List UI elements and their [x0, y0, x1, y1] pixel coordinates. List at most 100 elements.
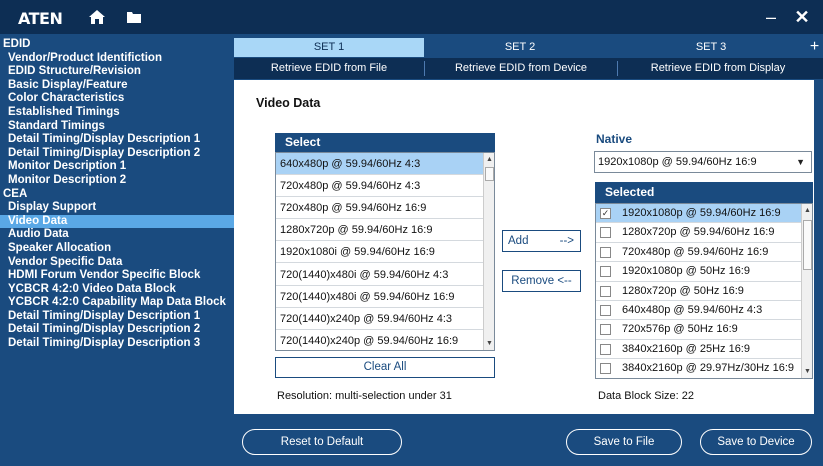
sidebar-item[interactable]: Vendor Specific Data [0, 256, 234, 270]
minimize-button[interactable]: – [761, 6, 781, 28]
sidebar-item[interactable]: Detail Timing/Display Description 2 [0, 147, 234, 161]
sidebar-item[interactable]: Audio Data [0, 228, 234, 242]
select-list[interactable]: 2880x480i @ 59.94/60Hz 4:3720(1440)x240p… [275, 152, 495, 351]
checkbox[interactable] [600, 246, 611, 258]
list-item-label: 720x480p @ 59.94/60Hz 16:9 [622, 245, 769, 258]
scroll-up-arrow-icon[interactable]: ▲ [484, 154, 494, 165]
chevron-down-icon: ▼ [796, 157, 805, 167]
sidebar-nav: EDID Vendor/Product Identifiction EDID Str… [0, 38, 234, 414]
sidebar-item[interactable]: Detail Timing/Display Description 1 [0, 133, 234, 147]
sidebar-item[interactable]: EDID [0, 38, 234, 52]
sidebar-item[interactable]: YCBCR 4:2:0 Capability Map Data Block [0, 296, 234, 310]
remove-button[interactable]: Remove <-- [502, 270, 581, 292]
set-tabs: SET 1 SET 2 SET 3 + [234, 38, 823, 57]
list-item-label: 3840x2160p @ 25Hz 16:9 [622, 342, 750, 355]
retrieve-from-display-button[interactable]: Retrieve EDID from Display [618, 58, 818, 79]
scroll-up-arrow-icon[interactable]: ▲ [802, 205, 812, 216]
list-item-label: 1280x720p @ 50Hz 16:9 [622, 284, 744, 297]
close-button[interactable]: ✕ [792, 6, 812, 28]
checkbox[interactable] [600, 343, 611, 355]
checkbox[interactable] [600, 285, 611, 297]
sidebar-item[interactable]: Basic Display/Feature [0, 79, 234, 93]
tab-set-3[interactable]: SET 3 [616, 38, 806, 57]
save-to-file-button[interactable]: Save to File [566, 429, 682, 455]
add-button[interactable]: Add --> [502, 230, 581, 252]
sidebar-item[interactable]: Speaker Allocation [0, 242, 234, 256]
save-to-device-button[interactable]: Save to Device [700, 429, 812, 455]
select-list-scrollbar[interactable]: ▲ ▼ [483, 153, 494, 350]
list-item[interactable]: 3840x2160p @ 25Hz 16:9 [596, 340, 801, 360]
native-select-value: 1920x1080p @ 59.94/60Hz 16:9 [598, 156, 757, 168]
sidebar-item[interactable]: Detail Timing/Display Description 2 [0, 323, 234, 337]
sidebar-item[interactable]: Detail Timing/Display Description 3 [0, 337, 234, 351]
selected-list[interactable]: 3840x2160p @ 29.97Hz/30Hz 16:9 3840x2160p… [595, 203, 813, 379]
sidebar-item[interactable]: Monitor Description 2 [0, 174, 234, 188]
checkbox[interactable] [600, 363, 611, 375]
list-item-label: 720x576p @ 50Hz 16:9 [622, 323, 738, 336]
add-set-button[interactable]: + [806, 38, 823, 57]
checkbox[interactable] [600, 227, 611, 239]
list-item[interactable]: 720x480p @ 59.94/60Hz 16:9 [276, 197, 483, 220]
folder-icon[interactable] [126, 10, 142, 24]
sidebar-item[interactable]: Established Timings [0, 106, 234, 120]
aten-logo: ATEN [18, 9, 63, 28]
checkbox[interactable] [600, 305, 611, 316]
list-item[interactable]: 1920x1080i @ 59.94/60Hz 16:9 [276, 241, 483, 264]
list-item[interactable]: 720x480p @ 59.94/60Hz 16:9 [596, 243, 801, 263]
list-item[interactable]: 640x480p @ 59.94/60Hz 4:3 [596, 301, 801, 321]
tab-set-1[interactable]: SET 1 [234, 38, 424, 57]
sidebar-item[interactable]: CEA [0, 188, 234, 202]
reset-to-default-button[interactable]: Reset to Default [242, 429, 402, 455]
checkbox[interactable] [600, 266, 611, 278]
list-item[interactable]: 720(1440)x480i @ 59.94/60Hz 16:9 [276, 286, 483, 308]
title-bar: ATEN – ✕ [0, 0, 823, 34]
sidebar-item[interactable]: YCBCR 4:2:0 Video Data Block [0, 283, 234, 297]
list-item[interactable]: ✓ 1920x1080p @ 59.94/60Hz 16:9 [596, 204, 801, 224]
scroll-thumb[interactable] [485, 167, 494, 181]
retrieve-toolbar: Retrieve EDID from File Retrieve EDID fr… [234, 58, 823, 79]
sidebar-item[interactable]: Video Data [0, 214, 234, 229]
scroll-down-arrow-icon[interactable]: ▼ [484, 338, 494, 349]
sidebar-item[interactable]: Vendor/Product Identifiction [0, 52, 234, 66]
list-item[interactable]: 720(1440)x240p @ 59.94/60Hz 4:3 [276, 308, 483, 330]
native-label: Native [596, 132, 633, 146]
select-list-header: Select [275, 133, 495, 152]
selected-list-scrollbar[interactable]: ▲ ▼ [801, 204, 812, 378]
list-item[interactable]: 1920x1080p @ 50Hz 16:9 [596, 262, 801, 282]
sidebar-item[interactable]: Standard Timings [0, 120, 234, 134]
tab-set-2[interactable]: SET 2 [424, 38, 616, 57]
clear-all-button[interactable]: Clear All [275, 357, 495, 378]
list-item[interactable]: 1280x720p @ 59.94/60Hz 16:9 [596, 223, 801, 243]
scroll-thumb[interactable] [803, 220, 812, 270]
checkbox[interactable] [600, 324, 611, 336]
list-item-label: 1280x720p @ 59.94/60Hz 16:9 [622, 226, 775, 239]
retrieve-from-device-button[interactable]: Retrieve EDID from Device [425, 58, 617, 79]
data-block-size: Data Block Size: 22 [598, 390, 694, 402]
list-item[interactable]: 720x480p @ 59.94/60Hz 4:3 [276, 175, 483, 198]
list-item[interactable]: 720x576p @ 50Hz 16:9 [596, 320, 801, 340]
sidebar-item[interactable]: Detail Timing/Display Description 1 [0, 310, 234, 324]
list-item-label: 640x480p @ 59.94/60Hz 4:3 [622, 304, 763, 316]
list-item[interactable]: 720(1440)x480i @ 59.94/60Hz 4:3 [276, 264, 483, 286]
sidebar-item[interactable]: Display Support [0, 201, 234, 215]
list-item[interactable]: 3840x2160p @ 29.97Hz/30Hz 16:9 [596, 359, 801, 378]
resolution-status: Resolution: multi-selection under 31 [277, 390, 452, 402]
checkbox[interactable]: ✓ [600, 208, 611, 219]
selected-list-header: Selected [595, 182, 813, 203]
list-item[interactable]: 1280x720p @ 59.94/60Hz 16:9 [276, 219, 483, 242]
sidebar-item[interactable]: EDID Structure/Revision [0, 65, 234, 79]
add-button-label: Add [508, 235, 529, 247]
sidebar-item[interactable]: Monitor Description 1 [0, 160, 234, 174]
sidebar-item[interactable]: HDMI Forum Vendor Specific Block [0, 269, 234, 283]
retrieve-from-file-button[interactable]: Retrieve EDID from File [234, 58, 424, 79]
page-title: Video Data [256, 96, 321, 110]
list-item-label: 3840x2160p @ 29.97Hz/30Hz 16:9 [622, 362, 795, 375]
sidebar-item[interactable]: Color Characteristics [0, 92, 234, 106]
list-item[interactable]: 640x480p @ 59.94/60Hz 4:3 [276, 153, 483, 175]
home-icon[interactable] [88, 9, 106, 25]
list-item[interactable]: 720(1440)x240p @ 59.94/60Hz 16:9 [276, 330, 483, 350]
add-arrow-icon: --> [559, 235, 574, 247]
native-resolution-select[interactable]: 1920x1080p @ 59.94/60Hz 16:9 ▼ [594, 151, 812, 173]
scroll-down-arrow-icon[interactable]: ▼ [802, 366, 812, 377]
list-item[interactable]: 1280x720p @ 50Hz 16:9 [596, 282, 801, 301]
